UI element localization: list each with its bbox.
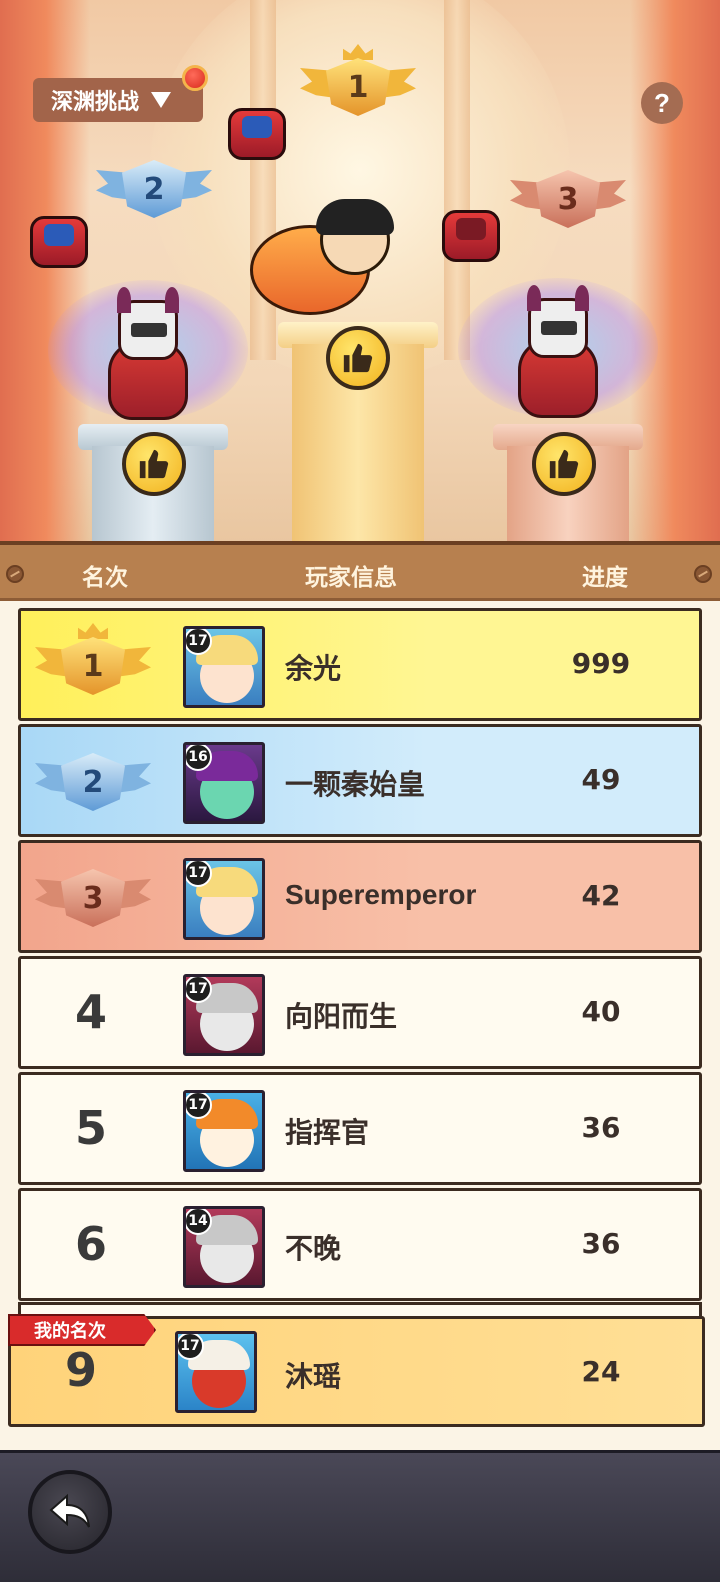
- player-avatar[interactable]: 17: [183, 1090, 265, 1172]
- my-rank-tag: 我的名次: [8, 1314, 156, 1346]
- column-rank: 名次: [82, 564, 128, 590]
- rank-2-emblem: 2: [96, 160, 212, 218]
- ranking-table-header: 名次 玩家信息 进度: [0, 541, 720, 601]
- player-name: Superemperor: [285, 879, 477, 910]
- my-progress: 24: [581, 1355, 621, 1388]
- player-name: 向阳而生: [285, 1001, 398, 1032]
- curtain-right: [630, 0, 720, 545]
- rank-3-emblem: 3: [510, 170, 626, 228]
- pet-mecha-character: [24, 208, 94, 268]
- help-question-icon: ?: [654, 87, 670, 118]
- table-row[interactable]: 3 17 Superemperor 42: [18, 840, 702, 953]
- like-third-thumbs-up-icon[interactable]: [532, 432, 596, 496]
- background-column: [444, 0, 470, 360]
- player-progress: 49: [581, 763, 621, 796]
- my-avatar[interactable]: 17: [175, 1331, 257, 1413]
- screw-icon: [694, 565, 712, 583]
- player-progress: 36: [581, 1111, 621, 1144]
- player-progress: 40: [581, 995, 621, 1028]
- back-arrow-icon: [49, 1493, 90, 1528]
- my-name: 沐瑶: [285, 1361, 342, 1392]
- help-button[interactable]: ?: [641, 82, 683, 124]
- podium-scene: 1 2 3 深渊挑战 ?: [0, 0, 720, 545]
- player-name: 不晚: [285, 1233, 342, 1264]
- mode-selector-label: 深渊挑战: [51, 89, 140, 114]
- player-avatar[interactable]: 17: [183, 626, 265, 708]
- player-name: 一颗秦始皇: [285, 769, 426, 800]
- my-level-badge: 17: [178, 1334, 204, 1360]
- player-avatar[interactable]: 14: [183, 1206, 265, 1288]
- player-progress: 42: [581, 879, 621, 912]
- mode-selector-dropdown[interactable]: 深渊挑战: [33, 78, 203, 122]
- rank-number: 6: [74, 1217, 107, 1271]
- screw-icon: [6, 565, 24, 583]
- player-level-badge: 17: [186, 1093, 212, 1119]
- first-place-hero-character: [250, 199, 394, 325]
- column-player-info: 玩家信息: [305, 564, 397, 590]
- like-first-center-thumbs-up-icon[interactable]: [326, 326, 390, 390]
- notification-dot-icon: [182, 65, 208, 91]
- player-name: 指挥官: [285, 1117, 370, 1148]
- table-row[interactable]: 6 14 不晚 36: [18, 1188, 702, 1301]
- second-place-hero-character: [48, 280, 248, 430]
- player-level-badge: 17: [186, 977, 212, 1003]
- rank-2-emblem: 2: [35, 753, 151, 811]
- rank-number: 4: [74, 985, 107, 1039]
- third-place-hero-character: [458, 278, 658, 428]
- table-row[interactable]: 1 17 余光 999: [18, 608, 702, 721]
- player-level-badge: 16: [186, 745, 212, 771]
- player-progress: 999: [571, 647, 631, 680]
- table-row[interactable]: 5 17 指挥官 36: [18, 1072, 702, 1185]
- pet-mecha-character: [436, 202, 506, 262]
- player-name: 余光: [285, 653, 342, 684]
- player-level-badge: 17: [186, 629, 212, 655]
- my-rank-number: 9: [64, 1343, 97, 1397]
- chevron-down-icon: [151, 92, 172, 108]
- table-row[interactable]: 4 17 向阳而生 40: [18, 956, 702, 1069]
- rank-number: 5: [74, 1101, 107, 1155]
- player-level-badge: 17: [186, 861, 212, 887]
- player-level-badge: 14: [186, 1209, 212, 1235]
- player-avatar[interactable]: 17: [183, 858, 265, 940]
- rank-3-emblem: 3: [35, 869, 151, 927]
- player-avatar[interactable]: 16: [183, 742, 265, 824]
- player-progress: 36: [581, 1227, 621, 1260]
- player-avatar[interactable]: 17: [183, 974, 265, 1056]
- table-row[interactable]: 2 16 一颗秦始皇 49: [18, 724, 702, 837]
- rank-1-emblem: 1: [300, 44, 416, 116]
- pet-mecha-character: [222, 100, 292, 160]
- rank-1-emblem: 1: [35, 623, 151, 695]
- like-first-left-thumbs-up-icon[interactable]: [122, 432, 186, 496]
- back-button[interactable]: [28, 1470, 112, 1554]
- column-progress: 进度: [582, 564, 628, 590]
